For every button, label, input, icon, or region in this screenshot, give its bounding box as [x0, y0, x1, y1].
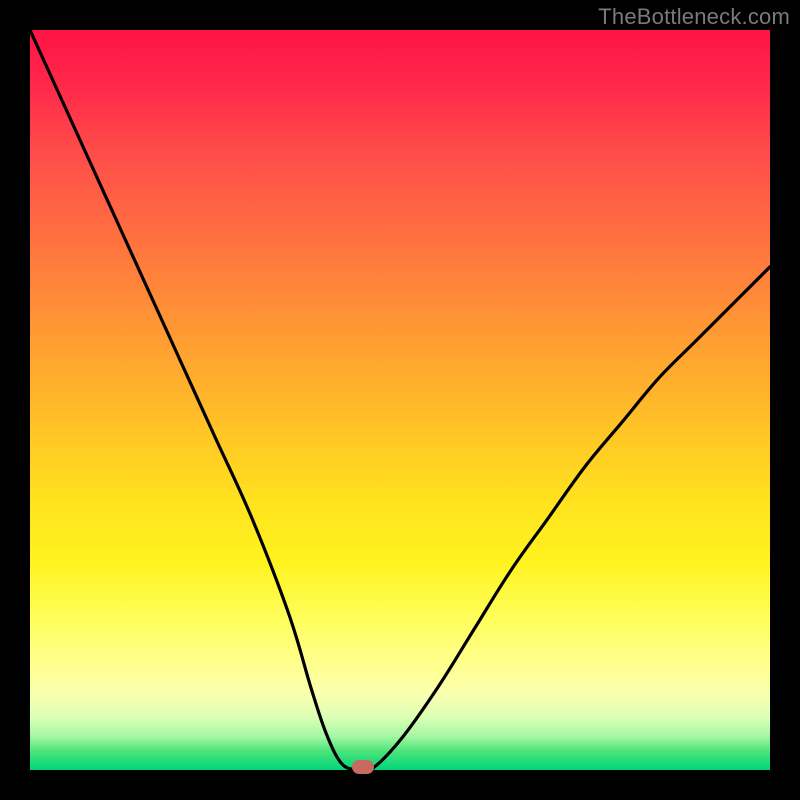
bottleneck-marker — [352, 760, 374, 774]
chart-frame: TheBottleneck.com — [0, 0, 800, 800]
bottleneck-curve — [30, 30, 770, 770]
plot-area — [30, 30, 770, 770]
attribution-label: TheBottleneck.com — [598, 4, 790, 30]
